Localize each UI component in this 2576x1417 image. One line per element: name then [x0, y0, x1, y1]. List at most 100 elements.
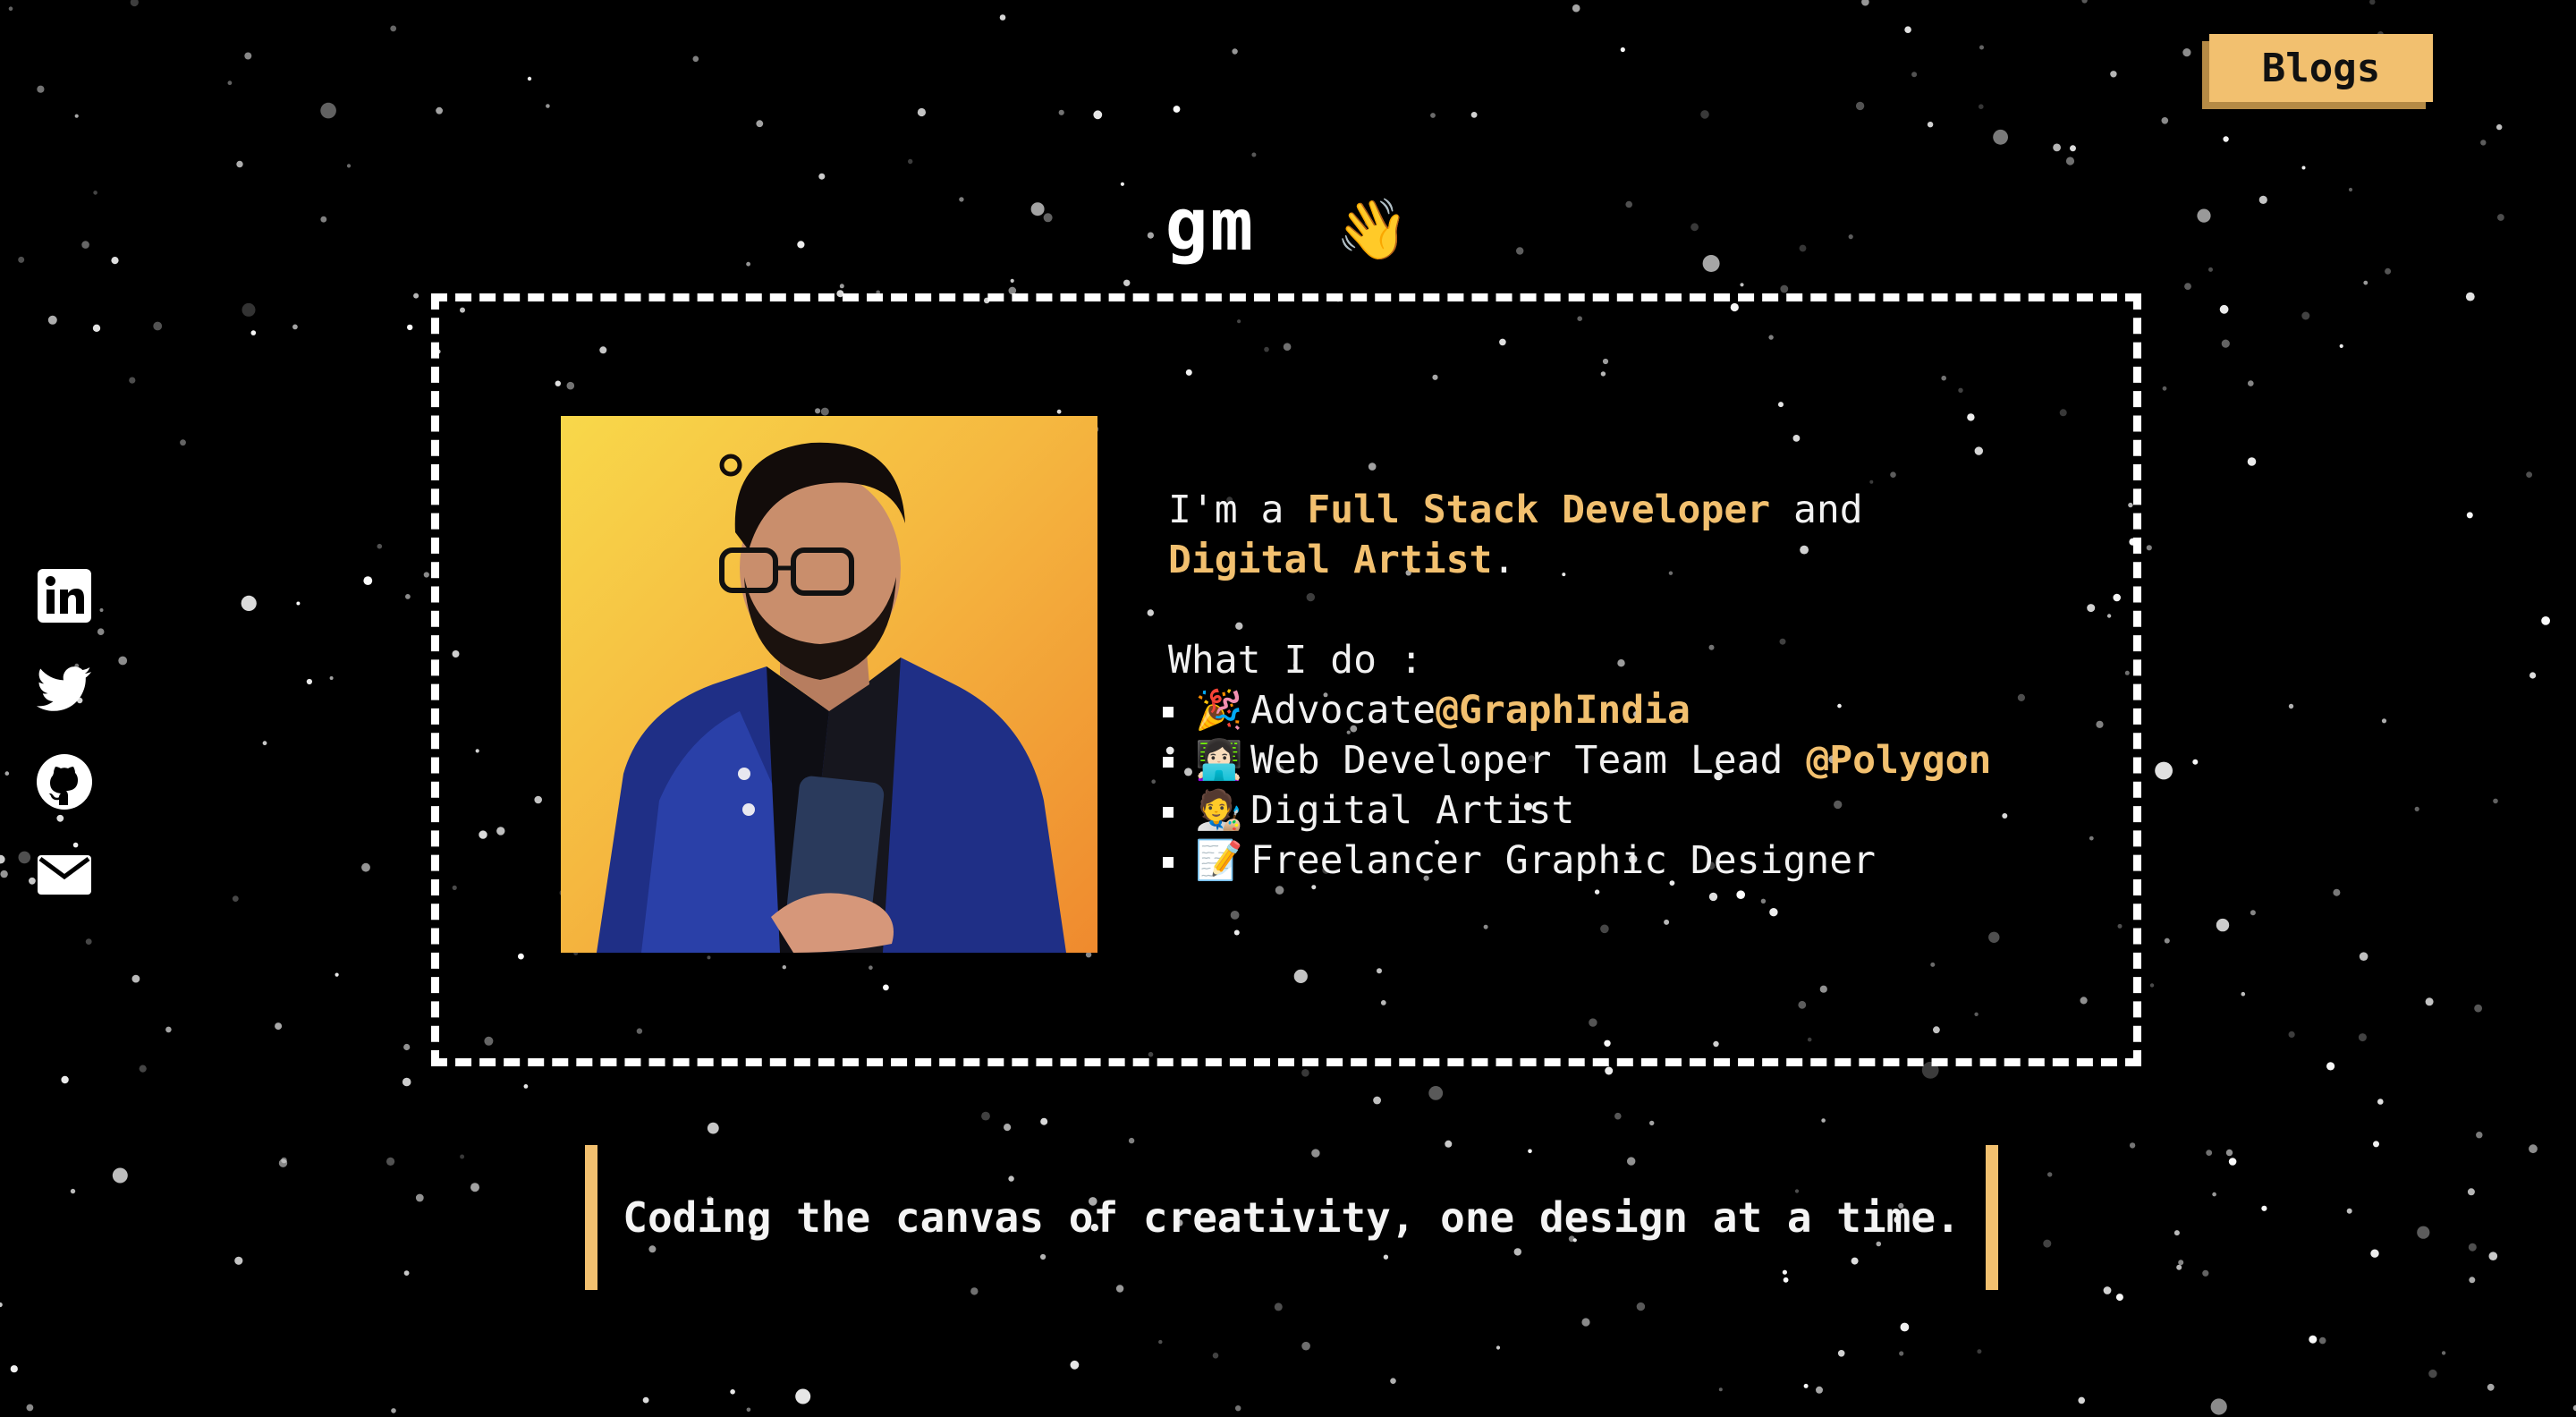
star [1780, 284, 1789, 293]
star [1979, 45, 1984, 50]
star [2178, 1260, 2184, 1266]
star [2358, 1033, 2367, 1042]
star [2529, 1144, 2538, 1154]
star [275, 1022, 283, 1031]
star [2219, 304, 2229, 314]
star [1899, 1351, 1904, 1356]
star [730, 1389, 735, 1395]
github-link[interactable] [36, 753, 93, 810]
twitter-link[interactable] [36, 660, 93, 717]
blogs-button[interactable]: Blogs [2209, 34, 2433, 102]
star [2247, 457, 2257, 466]
star [234, 1256, 243, 1265]
wave-emoji-icon: 👋 [1335, 195, 1411, 264]
star [1093, 110, 1103, 120]
star [460, 1154, 465, 1159]
star [1861, 0, 1869, 6]
star [2541, 616, 2551, 625]
star [292, 324, 298, 330]
star [2370, 1249, 2379, 1258]
star [26, 1404, 34, 1412]
star [2428, 1369, 2437, 1379]
star [2487, 1383, 2495, 1391]
portrait-illustration [597, 442, 1066, 953]
star [2309, 1335, 2318, 1344]
star [1605, 1066, 1614, 1075]
star [470, 1183, 479, 1192]
artist-icon: 🧑‍🎨 [1195, 788, 1243, 833]
star [390, 25, 397, 32]
star [707, 1122, 719, 1134]
star [1979, 104, 1984, 109]
star [1040, 1117, 1048, 1125]
star [2210, 1398, 2227, 1415]
star [2241, 991, 2246, 997]
star [1390, 1378, 1396, 1384]
star [818, 173, 826, 180]
star [37, 85, 45, 93]
email-link[interactable] [36, 846, 93, 904]
star [2212, 1192, 2216, 1197]
star [0, 870, 8, 878]
linkedin-link[interactable] [36, 567, 93, 624]
star [47, 315, 57, 325]
star [242, 302, 256, 317]
star [2333, 888, 2341, 896]
star [1301, 1341, 1310, 1351]
star [423, 572, 429, 578]
star [2078, 1396, 2085, 1404]
star [2070, 145, 2076, 152]
star [2385, 267, 2392, 275]
intro-prefix: I'm a [1168, 488, 1308, 532]
greeting-title: gm 👋 [0, 183, 2576, 267]
star [1274, 1302, 1283, 1311]
star [1821, 1118, 1826, 1123]
list-item: 👩🏻‍💻 Web Developer Team Lead @Polygon [1163, 735, 2107, 785]
star [1740, 283, 1744, 287]
star [92, 324, 101, 332]
star [335, 972, 339, 977]
list-item: 🧑‍🎨 Digital Artist [1163, 785, 2107, 836]
star [1058, 109, 1064, 115]
star [415, 1193, 424, 1202]
tagline-text: Coding the canvas of creativity, one des… [623, 1193, 1961, 1242]
star [0, 854, 5, 864]
star [2301, 165, 2306, 170]
star [2161, 117, 2169, 124]
polygon-link[interactable]: @Polygon [1806, 738, 1991, 783]
list-item: 📝 Freelancer Graphic Designer [1163, 836, 2107, 886]
star [2206, 1150, 2213, 1156]
graphindia-link[interactable]: @GraphIndia [1436, 688, 1690, 733]
star [2529, 672, 2537, 679]
star [1636, 1302, 1646, 1311]
star [262, 741, 267, 746]
star [1232, 48, 1238, 55]
star [361, 862, 370, 872]
star [2192, 759, 2199, 765]
star [2146, 545, 2152, 551]
star [692, 55, 699, 63]
star [241, 595, 257, 612]
star [112, 1167, 128, 1184]
star [1855, 101, 1865, 111]
star [2346, 1208, 2352, 1214]
star [1572, 4, 1580, 13]
star [2381, 718, 2387, 724]
star [1837, 1350, 1845, 1357]
star [2441, 1351, 2446, 1355]
what-i-do-label: What I do : [1168, 638, 1423, 683]
memo-icon: 📝 [1195, 838, 1243, 883]
star [2467, 1188, 2475, 1196]
star [1128, 1137, 1135, 1144]
star [1428, 1086, 1444, 1100]
star [2488, 1252, 2498, 1260]
greeting-text: gm [1165, 183, 1255, 267]
role-digital-artist: Digital Artist [1168, 538, 1493, 582]
star [70, 1188, 76, 1194]
star [2043, 1239, 2052, 1248]
star [2176, 1264, 2182, 1270]
star [2425, 997, 2434, 1006]
star [10, 1365, 18, 1373]
star [2318, 1336, 2326, 1345]
star [908, 158, 913, 165]
